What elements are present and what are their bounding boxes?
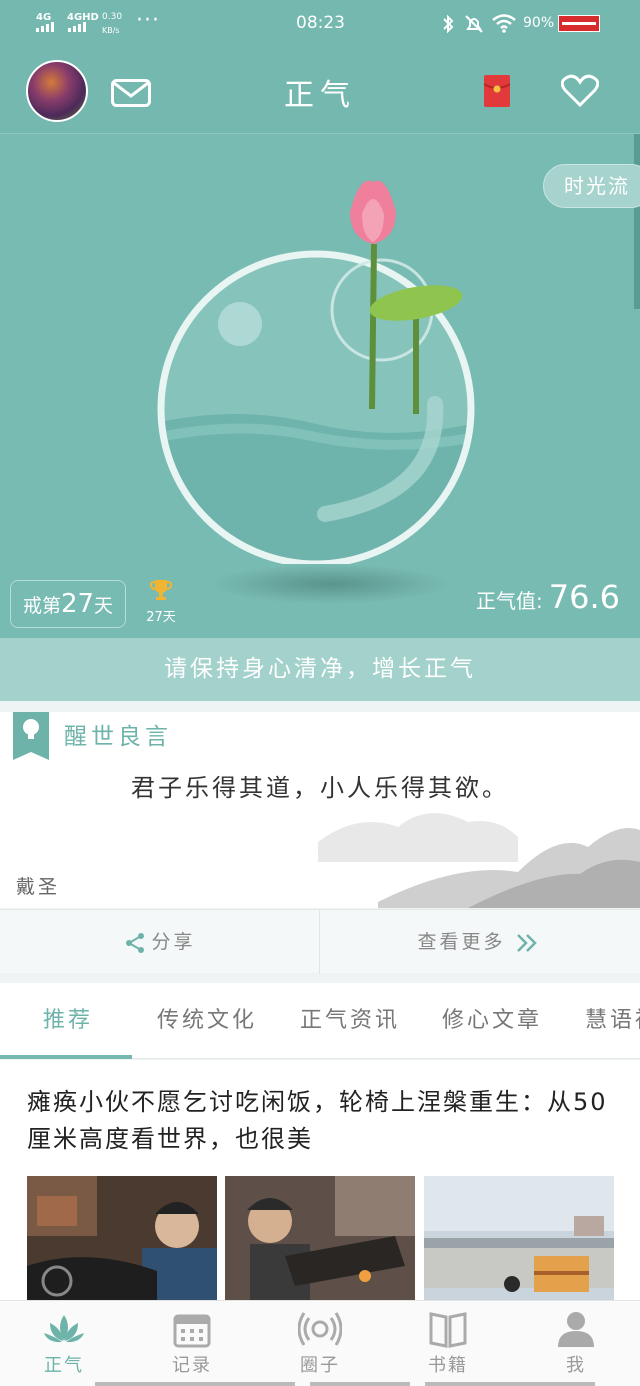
lotus-icon xyxy=(44,1315,84,1343)
day-suffix: 天 xyxy=(94,595,114,617)
view-more-button[interactable]: 查看更多 xyxy=(320,910,640,974)
top-header: 正气 xyxy=(0,48,640,134)
scrollbar xyxy=(634,134,640,309)
day-number: 27 xyxy=(60,589,95,619)
nav-me-label: 我 xyxy=(566,1355,586,1376)
zhengqi-value: 正气值: 76.6 xyxy=(476,578,620,616)
trophy-label: 27天 xyxy=(146,610,176,625)
motto-banner: 请保持身心清净，增长正气 xyxy=(0,638,640,701)
mute-bell-icon xyxy=(465,15,483,33)
nav-divider-strip xyxy=(310,1382,410,1386)
abstinence-day-counter[interactable]: 戒第27天 xyxy=(10,580,126,628)
quote-actions: 分享 查看更多 xyxy=(0,909,640,974)
trophy-icon xyxy=(149,580,173,600)
more-dots-icon: ··· xyxy=(136,8,160,33)
nav-divider-strip xyxy=(425,1382,595,1386)
net-speed-value: 0.30 xyxy=(102,12,123,22)
tab-recommend[interactable]: 推荐 xyxy=(43,983,93,1059)
tab-zhengqi-news[interactable]: 正气资讯 xyxy=(300,983,400,1059)
nav-record-label: 记录 xyxy=(172,1355,212,1376)
share-icon xyxy=(126,932,145,953)
article-thumbnail-2[interactable] xyxy=(225,1176,415,1300)
view-more-label: 查看更多 xyxy=(417,931,506,953)
status-bar: 4G 4GHD 0.30 KB/s ··· 08:23 90% xyxy=(0,0,640,48)
wifi-icon xyxy=(492,14,516,33)
nav-divider-strip xyxy=(95,1382,295,1386)
heart-icon[interactable] xyxy=(561,74,599,108)
broadcast-icon xyxy=(298,1312,342,1346)
battery-icon xyxy=(558,15,600,32)
book-icon xyxy=(429,1312,467,1348)
tab-wisdom-zen[interactable]: 慧语禅 xyxy=(585,983,640,1059)
article-item[interactable]: 瘫痪小伙不愿乞讨吃闲饭，轮椅上涅槃重生：从50厘米高度看世界，也很美 xyxy=(0,1060,640,1300)
signal-icon xyxy=(36,22,54,32)
quote-text: 君子乐得其道，小人乐得其欲。 xyxy=(131,774,509,802)
bluetooth-icon xyxy=(443,14,454,34)
net-speed-unit: KB/s xyxy=(102,26,120,35)
zhengqi-number: 76.6 xyxy=(548,578,620,616)
quote-heading: 醒世良言 xyxy=(64,724,172,750)
hero-panel: 时光流 戒第27天 27天 正气值: 76.6 xyxy=(0,134,640,638)
zhengqi-label: 正气值: xyxy=(476,589,543,613)
page-title: 正气 xyxy=(284,78,356,113)
nav-record[interactable]: 记录 xyxy=(128,1301,256,1386)
nav-circle-label: 圈子 xyxy=(300,1355,340,1376)
red-packet-icon[interactable] xyxy=(484,75,510,107)
nav-books[interactable]: 书籍 xyxy=(384,1301,512,1386)
quote-badge xyxy=(13,712,49,760)
article-thumbnail-3[interactable] xyxy=(424,1176,614,1300)
day-prefix: 戒第 xyxy=(22,595,61,617)
nav-zhengqi[interactable]: 正气 xyxy=(0,1301,128,1386)
clock: 08:23 xyxy=(296,13,345,33)
tab-traditional-culture[interactable]: 传统文化 xyxy=(157,983,257,1059)
share-label: 分享 xyxy=(151,931,196,953)
ink-mountain-decoration xyxy=(318,813,640,908)
category-tabs: 推荐 传统文化 正气资讯 修心文章 慧语禅 xyxy=(0,983,640,1059)
double-chevron-right-icon xyxy=(516,933,537,952)
battery-percent: 90% xyxy=(523,15,555,31)
signal-icon-2 xyxy=(68,22,86,32)
bowl-shadow xyxy=(210,564,450,604)
tab-mind-articles[interactable]: 修心文章 xyxy=(442,983,542,1059)
article-thumbnail-1[interactable] xyxy=(27,1176,217,1300)
tab-active-indicator xyxy=(0,1055,132,1059)
person-icon xyxy=(558,1312,594,1347)
nav-circle[interactable]: 圈子 xyxy=(256,1301,384,1386)
trophy-record[interactable]: 27天 xyxy=(146,578,176,625)
time-flow-button[interactable]: 时光流 xyxy=(543,164,640,208)
calendar-icon xyxy=(173,1314,211,1348)
nav-zhengqi-label: 正气 xyxy=(44,1355,84,1376)
nav-me[interactable]: 我 xyxy=(512,1301,640,1386)
lotus-bowl-illustration[interactable] xyxy=(150,174,490,564)
share-button[interactable]: 分享 xyxy=(0,910,320,974)
nav-books-label: 书籍 xyxy=(428,1355,468,1376)
bottom-navigation: 正气 记录 圈子 书籍 我 xyxy=(0,1300,640,1386)
quote-card[interactable]: 醒世良言 君子乐得其道，小人乐得其欲。 戴圣 xyxy=(0,712,640,908)
quote-author: 戴圣 xyxy=(16,876,61,898)
article-title[interactable]: 瘫痪小伙不愿乞讨吃闲饭，轮椅上涅槃重生：从50厘米高度看世界，也很美 xyxy=(27,1084,617,1158)
lightbulb-icon xyxy=(23,719,39,739)
